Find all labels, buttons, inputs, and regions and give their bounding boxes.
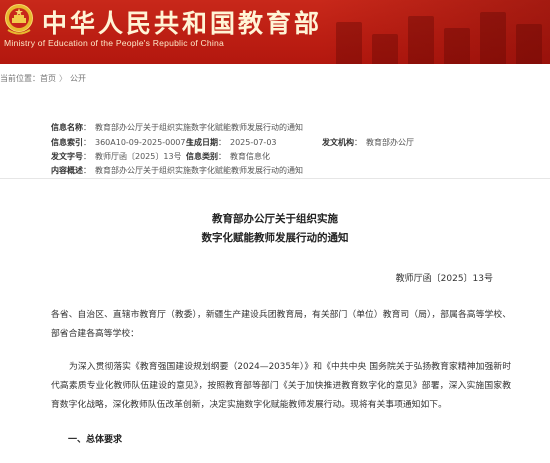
meta-row-summary: 内容概述： 教育部办公厅关于组织实施数字化赋能教师发展行动的通知 — [51, 166, 303, 175]
meta-index-value: 360A10-09-2025-0007-1 — [95, 138, 194, 147]
breadcrumb-separator: 〉 — [59, 74, 67, 83]
meta-docno-value: 教师厅函〔2025〕13号 — [95, 152, 182, 161]
breadcrumb-current-link[interactable]: 公开 — [70, 74, 86, 83]
document-title-line2: 数字化赋能教师发展行动的通知 — [201, 232, 349, 244]
meta-row-issuer: 发文机构： 教育部办公厅 — [322, 138, 414, 147]
meta-name-value: 教育部办公厅关于组织实施数字化赋能教师发展行动的通知 — [95, 123, 303, 132]
meta-issuer-label: 发文机构 — [322, 138, 354, 147]
meta-category-value: 教育信息化 — [230, 152, 270, 161]
document-metadata: 信息名称： 教育部办公厅关于组织实施数字化赋能教师发展行动的通知 信息索引： 360… — [0, 118, 550, 180]
meta-row-date: 生成日期： 2025-07-03 — [186, 138, 277, 147]
meta-row-index: 信息索引： 360A10-09-2025-0007-1 — [51, 138, 194, 147]
meta-date-label: 生成日期 — [186, 138, 218, 147]
breadcrumb-home-link[interactable]: 首页 — [40, 74, 56, 83]
meta-category-label: 信息类别 — [186, 152, 218, 161]
meta-issuer-value: 教育部办公厅 — [366, 138, 414, 147]
meta-row-docno: 发文字号： 教师厅函〔2025〕13号 — [51, 152, 182, 161]
banner-decoration — [320, 0, 550, 64]
document-number: 教师厅函〔2025〕13号 — [395, 274, 493, 284]
meta-summary-value: 教育部办公厅关于组织实施数字化赋能教师发展行动的通知 — [95, 166, 303, 175]
breadcrumb: 当前位置：首页〉公开 — [0, 73, 86, 84]
meta-name-label: 信息名称 — [51, 123, 83, 132]
document-recipients: 各省、自治区、直辖市教育厅（教委），新疆生产建设兵团教育局，有关部门（单位）教育… — [51, 310, 511, 339]
breadcrumb-prefix: 当前位置： — [0, 74, 40, 83]
meta-divider — [0, 178, 550, 179]
national-emblem-icon[interactable] — [4, 3, 34, 37]
document-title-line1: 教育部办公厅关于组织实施 — [212, 213, 338, 225]
meta-row-category: 信息类别： 教育信息化 — [186, 152, 270, 161]
site-title[interactable]: 中华人民共和国教育部 — [42, 4, 322, 40]
meta-docno-label: 发文字号 — [51, 152, 83, 161]
meta-index-label: 信息索引 — [51, 138, 83, 147]
document-intro-paragraph: 为深入贯彻落实《教育强国建设规划纲要（2024—2035年）》和《中共中央 国务… — [51, 362, 511, 410]
document-title: 教育部办公厅关于组织实施 数字化赋能教师发展行动的通知 — [0, 210, 550, 248]
meta-date-value: 2025-07-03 — [230, 138, 277, 147]
site-subtitle: Ministry of Education of the People's Re… — [4, 38, 224, 48]
section-heading-general-requirements: 一、总体要求 — [68, 435, 123, 445]
meta-row-name: 信息名称： 教育部办公厅关于组织实施数字化赋能教师发展行动的通知 — [51, 123, 303, 132]
site-banner: 中华人民共和国教育部 Ministry of Education of the … — [0, 0, 550, 64]
meta-summary-label: 内容概述 — [51, 166, 83, 175]
